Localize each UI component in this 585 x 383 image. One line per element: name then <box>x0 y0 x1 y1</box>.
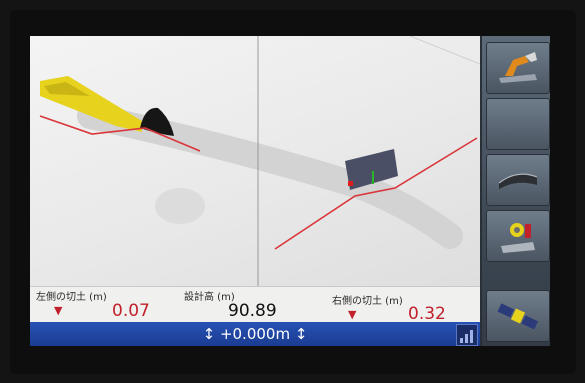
blank-tool-button[interactable] <box>486 98 550 150</box>
machine-view-button[interactable] <box>486 42 550 94</box>
side-toolbar <box>480 36 550 346</box>
readout-panel: 左側の切土 (m) ▼ 0.07 設計高 (m) 90.89 右側の切土 (m)… <box>30 286 480 324</box>
offset-readout[interactable]: ↕ +0.000m ↕ <box>180 325 330 343</box>
machine-guidance-screen: 左側の切土 (m) ▼ 0.07 設計高 (m) 90.89 右側の切土 (m)… <box>30 36 550 346</box>
left-cut-value: 0.07 <box>112 301 150 321</box>
ground-shadow <box>155 188 205 224</box>
horizon-line <box>409 36 480 65</box>
signal-strength-icon <box>456 324 478 346</box>
gnss-status-button[interactable] <box>486 290 550 342</box>
up-down-arrow-icon: ↕ <box>294 325 308 343</box>
up-down-arrow-icon: ↕ <box>202 325 216 343</box>
left-edge-marker <box>348 181 353 186</box>
settings-button[interactable] <box>486 210 550 262</box>
surface-icon <box>498 173 538 189</box>
left-cut-down-icon: ▼ <box>54 304 63 317</box>
right-cut-label: 右側の切土 (m) <box>332 296 403 307</box>
status-bar: ↕ +0.000m ↕ <box>30 322 480 346</box>
guidance-graphics <box>39 36 480 286</box>
right-cut-value: 0.32 <box>408 304 446 324</box>
tools-settings-icon <box>501 223 535 253</box>
right-cut-down-icon: ▼ <box>348 308 357 321</box>
left-cut-label: 左側の切土 (m) <box>36 292 107 303</box>
surface-view-button[interactable] <box>486 154 550 206</box>
excavator-icon <box>499 52 537 83</box>
offset-value: +0.000m <box>219 325 291 343</box>
satellite-icon <box>497 303 539 330</box>
guidance-view <box>30 36 480 286</box>
design-height-value: 90.89 <box>228 301 277 321</box>
